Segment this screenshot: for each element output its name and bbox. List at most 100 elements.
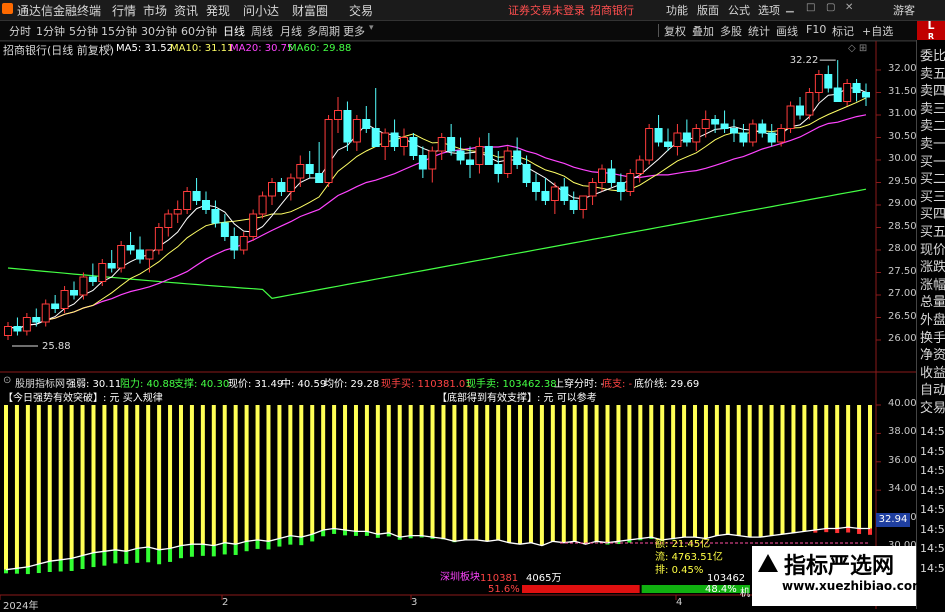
candle-body: [286, 177, 295, 192]
indicator-bar: [868, 405, 872, 529]
candle-body: [682, 132, 691, 143]
trade-time-label: 14:56: [920, 444, 945, 458]
candle-body: [60, 290, 69, 309]
candle-body: [805, 92, 814, 116]
indicator-bar: [572, 405, 577, 542]
indicator-bar: [736, 405, 741, 536]
quote-field-label: 买四: [920, 207, 945, 223]
candle-body: [334, 110, 342, 120]
indicator-red-bar: [835, 528, 840, 534]
candle-body: [437, 137, 446, 152]
candle-body: [70, 290, 78, 296]
low-price-label: 25.88: [42, 341, 71, 352]
candle-body: [701, 119, 710, 129]
indicator-green-bar: [288, 535, 293, 545]
tail-label: 机: [740, 588, 750, 599]
indicator-bar: [408, 405, 413, 536]
candle-body: [277, 182, 286, 192]
indicator-bar: [321, 405, 326, 530]
candle-body: [136, 249, 144, 260]
price-tick-label: 31.00: [888, 108, 917, 119]
candle-body: [475, 146, 484, 165]
indicator-bar: [36, 405, 41, 565]
indicator-settings-icon[interactable]: ⊙: [3, 375, 11, 386]
candle-body: [673, 132, 682, 147]
indicator-bar: [14, 405, 19, 569]
price-tick-label: 32.00: [888, 63, 917, 74]
candle-body: [249, 213, 258, 237]
indicator-green-bar: [36, 564, 41, 574]
indicator-bar: [80, 405, 85, 556]
indicator-green-bar: [277, 538, 282, 547]
indicator-value-label: 底价线: 29.69: [634, 379, 700, 390]
indicator-bar: [846, 405, 851, 528]
indicator-bar: [288, 405, 293, 536]
indicator-banner-left: 【今日强势有效突破】: 元 买入规律: [3, 393, 163, 404]
candle-body: [381, 132, 390, 147]
indicator-bar: [102, 405, 107, 552]
indicator-red-bar: [857, 528, 862, 534]
trade-time-label: 14:56: [920, 483, 945, 497]
indicator-green-bar: [102, 551, 107, 566]
indicator-bar: [255, 405, 260, 540]
candle-body: [352, 119, 361, 143]
indicator-bar: [124, 405, 129, 552]
buy-ratio-bar: [522, 585, 640, 593]
candle-body: [569, 200, 578, 210]
candle-body: [315, 173, 324, 183]
indicator-banner-right: 【底部得到有效支撑】: 元 可以参考: [437, 393, 597, 404]
right-quote-panel: 委比 卖五 卖四 卖三 卖二 卖一 买一 买二 买三 买四 买五 现价 涨跌 涨幅 总量 外盘 换手 净资 收益 自动…: [916, 40, 945, 609]
high-price-label: 32.22: [790, 55, 819, 66]
indicator-bar: [835, 405, 840, 529]
candle-body: [720, 123, 729, 129]
sell-volume-label: 103462: [707, 573, 746, 584]
quote-field-label: 卖五: [920, 66, 945, 82]
indicator-green-bar: [200, 544, 205, 556]
xaxis-label-year: 2024年: [3, 601, 39, 612]
ma20-line: [7, 114, 867, 330]
candle-body: [532, 182, 540, 192]
quote-field-label: 买二: [920, 172, 945, 188]
candle-body: [796, 105, 804, 116]
candle-body: [173, 209, 182, 215]
quote-field-label: 收益: [920, 365, 945, 381]
candle-body: [711, 119, 720, 125]
indicator-bar: [638, 405, 643, 539]
candle-body: [98, 263, 107, 282]
candle-body: [230, 236, 239, 251]
indicator-bar: [168, 405, 173, 549]
price-tick-label: 28.00: [888, 243, 917, 254]
candle-body: [268, 182, 276, 197]
indicator-bar: [386, 405, 391, 533]
watermark-title: 指标严选网: [784, 554, 895, 579]
indicator-value-label: 现手买: 110381.01: [381, 379, 472, 390]
indicator-green-bar: [178, 545, 183, 559]
indicator-bar: [780, 405, 785, 535]
indicator-red-bar: [868, 528, 872, 535]
indicator-bar: [4, 405, 8, 570]
candle-body: [258, 195, 267, 215]
candle-body: [522, 164, 531, 183]
indicator-bar: [528, 405, 533, 543]
indicator-bar: [649, 405, 654, 538]
trade-time-label: 14:56: [920, 561, 945, 575]
indicator-bar: [813, 405, 818, 530]
candle-body: [220, 222, 229, 237]
overlay-stat-value: 0.45%: [671, 565, 704, 576]
indicator-bar: [441, 405, 446, 539]
indicator-green-bar: [91, 552, 96, 568]
indicator-green-bar: [244, 541, 249, 552]
indicator-bar: [485, 405, 490, 542]
indicator-bar: [343, 405, 348, 530]
overlay-stat-rank: 排: 0.45%: [655, 561, 703, 576]
indicator-tick-label: 34.00: [888, 483, 917, 495]
candle-body: [758, 123, 767, 134]
candle-body: [616, 182, 625, 192]
volume-label: 4065万: [526, 573, 562, 584]
indicator-green-bar: [25, 566, 30, 575]
quote-field-label: 买五: [920, 225, 945, 240]
indicator-green-bar: [58, 559, 63, 572]
trade-time-label: 14:56: [920, 503, 945, 516]
indicator-bar: [47, 405, 52, 562]
candle-body: [183, 191, 192, 210]
